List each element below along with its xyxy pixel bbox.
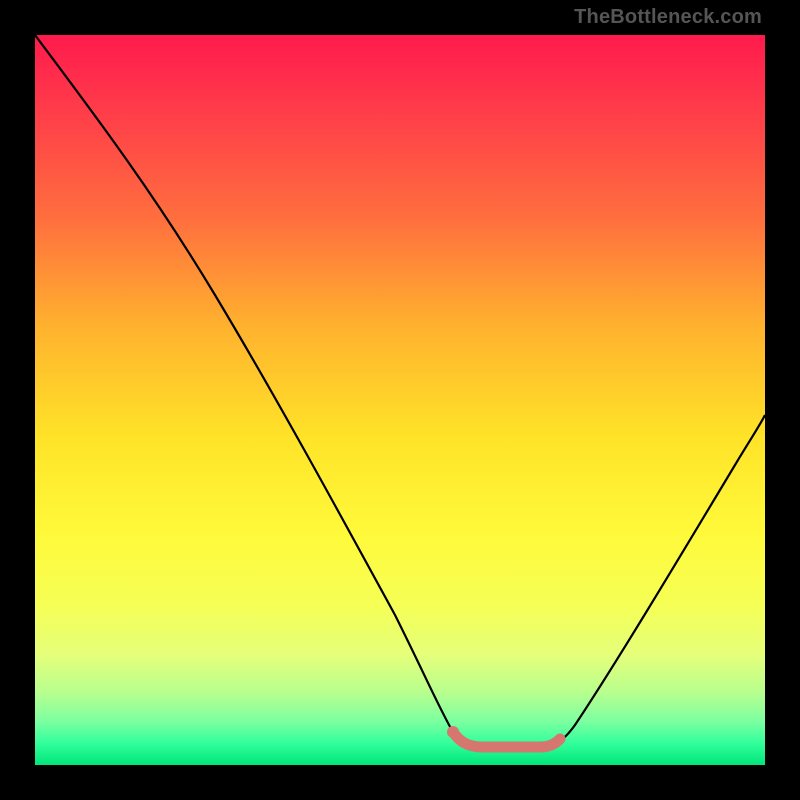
curve-layer [35, 35, 765, 765]
chart-frame: TheBottleneck.com [0, 0, 800, 800]
optimal-region-highlight [453, 732, 560, 747]
bottleneck-curve [35, 35, 765, 747]
plot-area [35, 35, 765, 765]
attribution-text: TheBottleneck.com [574, 6, 762, 29]
optimal-region-start-marker [447, 726, 459, 738]
